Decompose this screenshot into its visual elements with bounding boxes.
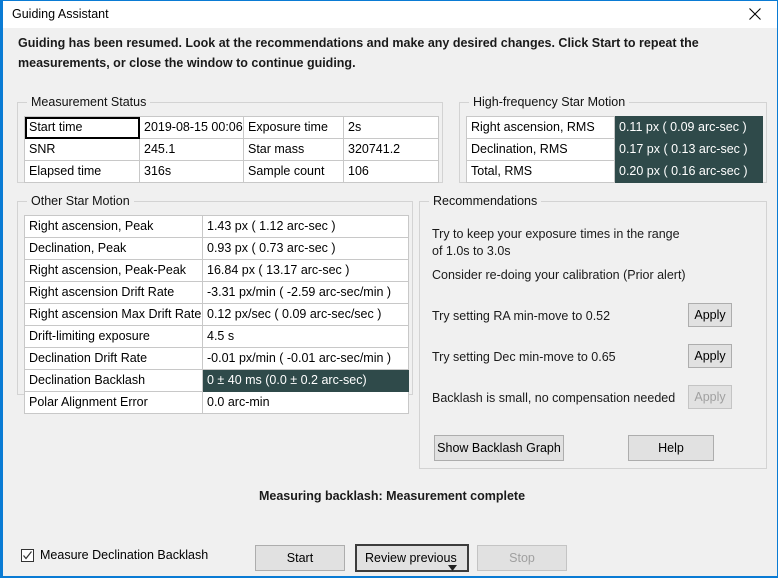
recommendation-calibration: Consider re-doing your calibration (Prio… bbox=[432, 267, 756, 284]
table-row: Right ascension, Peak 1.43 px ( 1.12 arc… bbox=[24, 215, 409, 238]
cell-star-mass-value[interactable]: 320741.2 bbox=[343, 138, 439, 161]
table-row: Polar Alignment Error 0.0 arc-min bbox=[24, 391, 409, 414]
table-row: Total, RMS 0.20 px ( 0.16 arc-sec ) bbox=[466, 160, 763, 183]
cell-ra-peak-peak-label[interactable]: Right ascension, Peak-Peak bbox=[24, 259, 203, 282]
table-row: Declination, RMS 0.17 px ( 0.13 arc-sec … bbox=[466, 138, 763, 161]
window-title: Guiding Assistant bbox=[12, 7, 109, 21]
cell-dec-rms-value[interactable]: 0.17 px ( 0.13 arc-sec ) bbox=[614, 138, 763, 161]
chevron-down-icon bbox=[448, 556, 457, 576]
cell-ra-drift-rate-label[interactable]: Right ascension Drift Rate bbox=[24, 281, 203, 304]
recommendation-text: Backlash is small, no compensation neede… bbox=[432, 391, 676, 405]
cell-sample-count-label[interactable]: Sample count bbox=[243, 160, 344, 183]
measurement-status-group: Measurement Status Start time 2019-08-15… bbox=[17, 95, 443, 183]
table-row: Right ascension Max Drift Rate 0.12 px/s… bbox=[24, 303, 409, 326]
cell-polar-alignment-error-label[interactable]: Polar Alignment Error bbox=[24, 391, 203, 414]
high-frequency-star-motion-title: High-frequency Star Motion bbox=[469, 95, 630, 110]
cell-exposure-time-value[interactable]: 2s bbox=[343, 116, 439, 139]
cell-ra-max-drift-rate-label[interactable]: Right ascension Max Drift Rate bbox=[24, 303, 203, 326]
cell-drift-limiting-exposure-label[interactable]: Drift-limiting exposure bbox=[24, 325, 203, 348]
show-backlash-graph-button[interactable]: Show Backlash Graph bbox=[434, 435, 564, 461]
other-star-motion-table: Right ascension, Peak 1.43 px ( 1.12 arc… bbox=[24, 215, 409, 414]
table-row: Right ascension, Peak-Peak 16.84 px ( 13… bbox=[24, 259, 409, 282]
cell-dec-drift-rate-label[interactable]: Declination Drift Rate bbox=[24, 347, 203, 370]
apply-backlash-button: Apply bbox=[688, 385, 732, 409]
measurement-status-title: Measurement Status bbox=[27, 95, 151, 110]
recommendation-text: Try to keep your exposure times in the r… bbox=[432, 227, 680, 258]
table-row: Right ascension Drift Rate -3.31 px/min … bbox=[24, 281, 409, 304]
review-previous-label: Review previous bbox=[365, 551, 457, 565]
cell-sample-count-value[interactable]: 106 bbox=[343, 160, 439, 183]
cell-dec-peak-label[interactable]: Declination, Peak bbox=[24, 237, 203, 260]
table-row: Elapsed time 316s Sample count 106 bbox=[24, 160, 439, 183]
cell-ra-max-drift-rate-value[interactable]: 0.12 px/sec ( 0.09 arc-sec/sec ) bbox=[202, 303, 409, 326]
table-row: Declination, Peak 0.93 px ( 0.73 arc-sec… bbox=[24, 237, 409, 260]
table-row: Start time 2019-08-15 00:06:29 Exposure … bbox=[24, 116, 439, 139]
checkbox-label: Measure Declination Backlash bbox=[40, 548, 209, 562]
recommendation-exposure-range: Try to keep your exposure times in the r… bbox=[432, 226, 756, 260]
recommendations-title: Recommendations bbox=[429, 194, 542, 209]
cell-dec-backlash-label[interactable]: Declination Backlash bbox=[24, 369, 203, 392]
cell-elapsed-time-value[interactable]: 316s bbox=[139, 160, 244, 183]
stop-button: Stop bbox=[477, 545, 567, 571]
cell-star-mass-label[interactable]: Star mass bbox=[243, 138, 344, 161]
recommendation-text: Try setting RA min-move to 0.52 bbox=[432, 309, 611, 323]
guiding-assistant-window: Guiding Assistant Guiding has been resum… bbox=[0, 0, 778, 578]
status-message: Measuring backlash: Measurement complete bbox=[258, 489, 526, 503]
help-button[interactable]: Help bbox=[628, 435, 714, 461]
cell-elapsed-time-label[interactable]: Elapsed time bbox=[24, 160, 140, 183]
cell-start-time-label[interactable]: Start time bbox=[24, 116, 140, 139]
high-frequency-star-motion-table: Right ascension, RMS 0.11 px ( 0.09 arc-… bbox=[466, 116, 763, 183]
table-row: Drift-limiting exposure 4.5 s bbox=[24, 325, 409, 348]
recommendation-text: Try setting Dec min-move to 0.65 bbox=[432, 350, 616, 364]
measure-declination-backlash-checkbox[interactable]: Measure Declination Backlash bbox=[21, 548, 208, 562]
cell-dec-backlash-value[interactable]: 0 ± 40 ms (0.0 ± 0.2 arc-sec) bbox=[202, 369, 409, 392]
cell-ra-rms-label[interactable]: Right ascension, RMS bbox=[466, 116, 615, 139]
other-star-motion-group: Other Star Motion Right ascension, Peak … bbox=[17, 194, 413, 414]
cell-total-rms-label[interactable]: Total, RMS bbox=[466, 160, 615, 183]
cell-ra-drift-rate-value[interactable]: -3.31 px/min ( -2.59 arc-sec/min ) bbox=[202, 281, 409, 304]
review-previous-button[interactable]: Review previous bbox=[355, 544, 469, 572]
header-message: Guiding has been resumed. Look at the re… bbox=[18, 36, 699, 70]
cell-ra-rms-value[interactable]: 0.11 px ( 0.09 arc-sec ) bbox=[614, 116, 763, 139]
cell-start-time-value[interactable]: 2019-08-15 00:06:29 bbox=[139, 116, 244, 139]
cell-dec-peak-value[interactable]: 0.93 px ( 0.73 arc-sec ) bbox=[202, 237, 409, 260]
cell-snr-value[interactable]: 245.1 bbox=[139, 138, 244, 161]
measurement-status-table: Start time 2019-08-15 00:06:29 Exposure … bbox=[24, 116, 439, 183]
start-button[interactable]: Start bbox=[255, 545, 345, 571]
close-icon[interactable] bbox=[733, 1, 777, 27]
table-row: Declination Backlash 0 ± 40 ms (0.0 ± 0.… bbox=[24, 369, 409, 392]
apply-ra-min-move-button[interactable]: Apply bbox=[688, 303, 732, 327]
high-frequency-star-motion-group: High-frequency Star Motion Right ascensi… bbox=[459, 95, 767, 183]
cell-total-rms-value[interactable]: 0.20 px ( 0.16 arc-sec ) bbox=[614, 160, 763, 183]
cell-exposure-time-label[interactable]: Exposure time bbox=[243, 116, 344, 139]
cell-ra-peak-value[interactable]: 1.43 px ( 1.12 arc-sec ) bbox=[202, 215, 409, 238]
other-star-motion-title: Other Star Motion bbox=[27, 194, 134, 209]
checkmark-icon bbox=[21, 548, 34, 562]
table-row: Declination Drift Rate -0.01 px/min ( -0… bbox=[24, 347, 409, 370]
cell-ra-peak-label[interactable]: Right ascension, Peak bbox=[24, 215, 203, 238]
cell-snr-label[interactable]: SNR bbox=[24, 138, 140, 161]
table-row: SNR 245.1 Star mass 320741.2 bbox=[24, 138, 439, 161]
cell-dec-drift-rate-value[interactable]: -0.01 px/min ( -0.01 arc-sec/min ) bbox=[202, 347, 409, 370]
apply-dec-min-move-button[interactable]: Apply bbox=[688, 344, 732, 368]
table-row: Right ascension, RMS 0.11 px ( 0.09 arc-… bbox=[466, 116, 763, 139]
recommendation-text: Consider re-doing your calibration (Prio… bbox=[432, 268, 686, 282]
title-bar: Guiding Assistant bbox=[3, 1, 777, 28]
cell-ra-peak-peak-value[interactable]: 16.84 px ( 13.17 arc-sec ) bbox=[202, 259, 409, 282]
cell-drift-limiting-exposure-value[interactable]: 4.5 s bbox=[202, 325, 409, 348]
cell-polar-alignment-error-value[interactable]: 0.0 arc-min bbox=[202, 391, 409, 414]
recommendations-group: Recommendations Try to keep your exposur… bbox=[419, 194, 767, 469]
cell-dec-rms-label[interactable]: Declination, RMS bbox=[466, 138, 615, 161]
